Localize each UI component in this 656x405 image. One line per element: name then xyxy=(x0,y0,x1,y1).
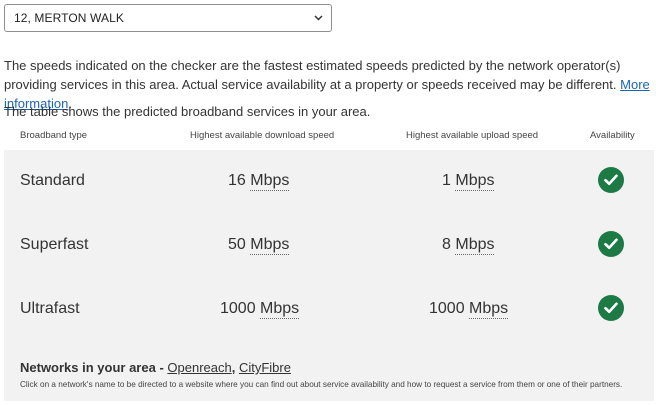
column-header-download: Highest available download speed xyxy=(190,130,335,141)
networks-heading-label: Networks in your area - xyxy=(20,360,168,375)
download-speed: 1000 Mbps xyxy=(220,300,300,319)
broadband-type: Ultrafast xyxy=(20,300,80,317)
download-speed-value: 16 xyxy=(228,172,246,189)
upload-speed-value: 1 xyxy=(442,172,451,189)
download-speed-value: 1000 xyxy=(220,300,256,317)
address-select[interactable]: 12, MERTON WALK xyxy=(4,4,332,32)
table-row: Standard 16 Mbps 1 Mbps xyxy=(4,150,654,214)
upload-speed-unit[interactable]: Mbps xyxy=(469,300,509,319)
upload-speed-value: 1000 xyxy=(429,300,465,317)
upload-speed: 1000 Mbps xyxy=(429,300,509,319)
broadband-type: Standard xyxy=(20,172,85,189)
networks-section: Networks in your area - Openreach, CityF… xyxy=(20,360,622,389)
download-speed: 50 Mbps xyxy=(228,236,290,255)
upload-speed-unit[interactable]: Mbps xyxy=(455,172,495,191)
chevron-down-icon xyxy=(313,13,323,23)
broadband-type: Superfast xyxy=(20,236,89,253)
download-speed-unit[interactable]: Mbps xyxy=(250,236,290,255)
table-header: Broadband type Highest available downloa… xyxy=(4,130,654,144)
network-link-openreach[interactable]: Openreach xyxy=(167,360,231,375)
table-row: Superfast 50 Mbps 8 Mbps xyxy=(4,214,654,278)
broadband-table: Standard 16 Mbps 1 Mbps Superfast 50 Mbp… xyxy=(4,150,654,401)
download-speed: 16 Mbps xyxy=(228,172,290,191)
network-link-cityfibre[interactable]: CityFibre xyxy=(239,360,291,375)
column-header-upload: Highest available upload speed xyxy=(406,130,539,141)
check-circle-icon xyxy=(598,231,624,257)
check-circle-icon xyxy=(598,295,624,321)
networks-heading: Networks in your area - Openreach, CityF… xyxy=(20,360,622,375)
speed-disclaimer-text: The speeds indicated on the checker are … xyxy=(4,58,621,92)
upload-speed: 8 Mbps xyxy=(442,236,495,255)
column-header-availability: Availability xyxy=(590,130,635,141)
upload-speed-value: 8 xyxy=(442,236,451,253)
download-speed-unit[interactable]: Mbps xyxy=(260,300,300,319)
column-header-type: Broadband type xyxy=(20,130,88,141)
check-circle-icon xyxy=(598,167,624,193)
upload-speed-unit[interactable]: Mbps xyxy=(455,236,495,255)
address-select-value: 12, MERTON WALK xyxy=(14,11,124,25)
table-caption: The table shows the predicted broadband … xyxy=(4,104,371,119)
download-speed-unit[interactable]: Mbps xyxy=(250,172,290,191)
download-speed-value: 50 xyxy=(228,236,246,253)
networks-note: Click on a network's name to be directed… xyxy=(20,380,623,389)
upload-speed: 1 Mbps xyxy=(442,172,495,191)
networks-separator: , xyxy=(231,360,239,375)
table-row: Ultrafast 1000 Mbps 1000 Mbps xyxy=(4,278,654,342)
